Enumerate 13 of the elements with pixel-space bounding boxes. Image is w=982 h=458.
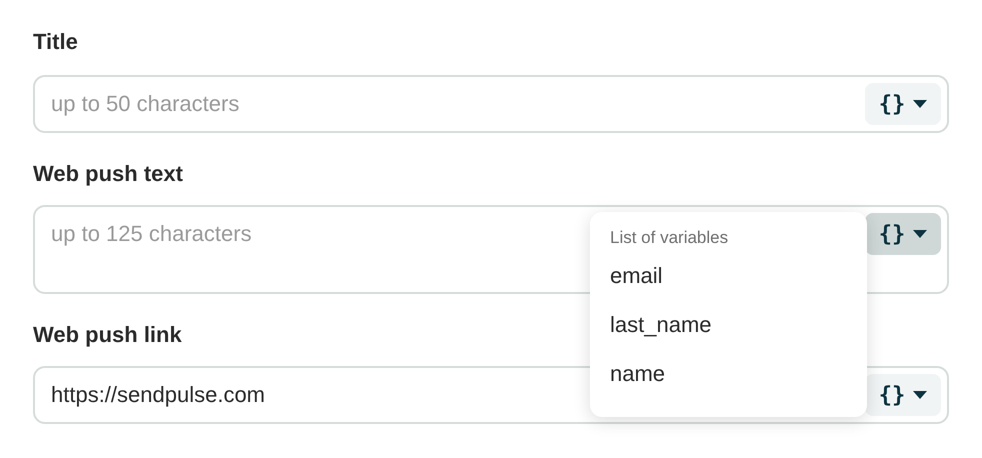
variables-button[interactable]: {} [865,213,941,255]
field-label: Web push text [33,160,183,188]
variables-button[interactable]: {} [865,83,941,125]
variables-button[interactable]: {} [865,374,941,416]
field-label: Web push link [33,321,182,349]
caret-icon [913,230,928,238]
caret-icon [913,100,928,108]
menu-item[interactable]: last_name [590,307,867,356]
input-field[interactable]: up to 50 characters {} [33,75,949,133]
field-label: Title [33,28,78,56]
menu-item[interactable]: email [590,258,867,307]
caret-icon [913,391,928,399]
menu-header: List of variables [609,228,730,248]
